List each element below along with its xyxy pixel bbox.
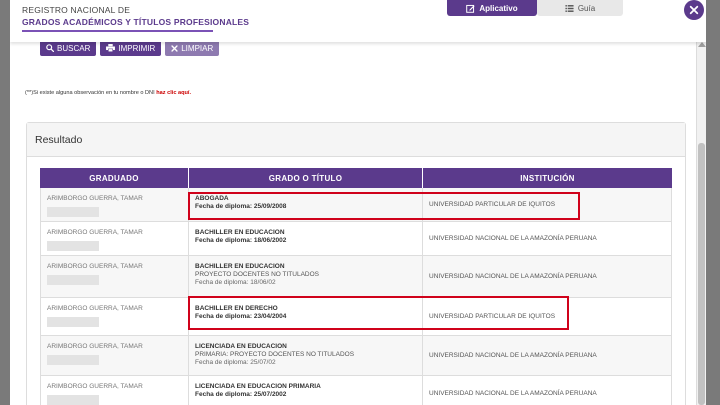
- table-row: ARIMBORGO GUERRA, TAMAR ABOGADA Fecha de…: [40, 188, 672, 222]
- graduate-name: ARIMBORGO GUERRA, TAMAR: [47, 383, 143, 390]
- edit-icon: [466, 4, 475, 13]
- redacted-dni: [47, 317, 99, 327]
- institution-cell: UNIVERSIDAD NACIONAL DE LA AMAZONÍA PERU…: [422, 336, 671, 375]
- list-icon: [565, 4, 574, 12]
- diploma-date: Fecha de diploma: 25/07/2002: [195, 391, 287, 398]
- degree-cell: BACHILLER EN EDUCACION PROYECTO DOCENTES…: [188, 256, 422, 297]
- diploma-date: Fecha de diploma: 25/09/2008: [195, 203, 287, 210]
- print-icon: [106, 44, 116, 52]
- search-button[interactable]: BUSCAR: [40, 40, 97, 56]
- graduate-cell: ARIMBORGO GUERRA, TAMAR: [41, 336, 188, 375]
- table-row: ARIMBORGO GUERRA, TAMAR BACHILLER EN DER…: [40, 298, 672, 336]
- column-header-graduado: GRADUADO: [89, 173, 139, 183]
- degree-cell: LICENCIADA EN EDUCACION PRIMARIA: PROYEC…: [188, 336, 422, 375]
- tab-guia-label: Guía: [577, 3, 596, 13]
- redacted-dni: [47, 395, 99, 405]
- graduate-name: ARIMBORGO GUERRA, TAMAR: [47, 305, 143, 312]
- action-buttons: BUSCAR IMPRIMIR LIMPIAR: [40, 40, 220, 56]
- observation-link[interactable]: haz clic aquí.: [156, 90, 191, 96]
- institution-name: UNIVERSIDAD NACIONAL DE LA AMAZONÍA PERU…: [429, 352, 597, 359]
- graduate-name: ARIMBORGO GUERRA, TAMAR: [47, 263, 143, 270]
- close-icon: [171, 44, 178, 52]
- tab-aplicativo[interactable]: Aplicativo: [447, 0, 537, 16]
- tab-guia[interactable]: Guía: [537, 0, 623, 16]
- graduate-name: ARIMBORGO GUERRA, TAMAR: [47, 229, 143, 236]
- clear-button-label: LIMPIAR: [181, 43, 214, 53]
- title-underline: [22, 30, 213, 32]
- graduate-cell: ARIMBORGO GUERRA, TAMAR: [41, 298, 188, 335]
- degree-cell: BACHILLER EN DERECHO Fecha de diploma: 2…: [188, 298, 422, 335]
- graduate-cell: ARIMBORGO GUERRA, TAMAR: [41, 256, 188, 297]
- result-title: Resultado: [27, 123, 685, 157]
- institution-cell: UNIVERSIDAD NACIONAL DE LA AMAZONÍA PERU…: [422, 376, 671, 405]
- table-row: ARIMBORGO GUERRA, TAMAR BACHILLER EN EDU…: [40, 256, 672, 298]
- degree-cell: ABOGADA Fecha de diploma: 25/09/2008: [188, 188, 422, 221]
- search-icon: [46, 44, 54, 52]
- scrollbar-thumb[interactable]: [698, 143, 705, 405]
- degree-cell: BACHILLER EN EDUCACION Fecha de diploma:…: [188, 222, 422, 255]
- diploma-date: Fecha de diploma: 18/06/2002: [195, 237, 287, 244]
- close-icon[interactable]: [682, 0, 706, 24]
- table-row: ARIMBORGO GUERRA, TAMAR LICENCIADA EN ED…: [40, 336, 672, 376]
- redacted-dni: [47, 241, 99, 251]
- observation-text: (**)Si existe alguna observación en tu n…: [25, 90, 155, 96]
- graduate-name: ARIMBORGO GUERRA, TAMAR: [47, 343, 143, 350]
- diploma-date: Fecha de diploma: 18/06/02: [195, 279, 276, 286]
- degree-title: LICENCIADA EN EDUCACION: [195, 343, 287, 350]
- redacted-dni: [47, 207, 99, 217]
- diploma-date: Fecha de diploma: 25/07/02: [195, 359, 276, 366]
- degree-cell: LICENCIADA EN EDUCACION PRIMARIA Fecha d…: [188, 376, 422, 405]
- institution-name: UNIVERSIDAD PARTICULAR DE IQUITOS: [429, 313, 556, 320]
- graduate-cell: ARIMBORGO GUERRA, TAMAR: [41, 222, 188, 255]
- institution-name: UNIVERSIDAD NACIONAL DE LA AMAZONÍA PERU…: [429, 390, 597, 397]
- degree-title: BACHILLER EN EDUCACION: [195, 229, 285, 236]
- degree-title: LICENCIADA EN EDUCACION PRIMARIA: [195, 383, 321, 390]
- column-header-institucion: INSTITUCIÓN: [422, 168, 672, 188]
- institution-cell: UNIVERSIDAD PARTICULAR DE IQUITOS: [422, 298, 671, 335]
- degree-title: ABOGADA: [195, 195, 229, 202]
- degree-program: PROYECTO DOCENTES NO TITULADOS: [195, 271, 320, 278]
- diploma-date: Fecha de diploma: 23/04/2004: [195, 313, 287, 320]
- institution-name: UNIVERSIDAD NACIONAL DE LA AMAZONÍA PERU…: [429, 235, 597, 242]
- degree-program: PRIMARIA: PROYECTO DOCENTES NO TITULADOS: [195, 351, 355, 358]
- table-row: ARIMBORGO GUERRA, TAMAR BACHILLER EN EDU…: [40, 222, 672, 256]
- table-row: ARIMBORGO GUERRA, TAMAR LICENCIADA EN ED…: [40, 376, 672, 405]
- print-button-label: IMPRIMIR: [118, 43, 156, 53]
- result-panel: Resultado GRADUADO GRADO O TÍTULO INSTIT…: [26, 122, 686, 405]
- clear-button[interactable]: LIMPIAR: [165, 40, 220, 56]
- institution-cell: UNIVERSIDAD NACIONAL DE LA AMAZONÍA PERU…: [422, 256, 671, 297]
- degree-title: BACHILLER EN DERECHO: [195, 305, 278, 312]
- institution-name: UNIVERSIDAD NACIONAL DE LA AMAZONÍA PERU…: [429, 273, 597, 280]
- graduate-name: ARIMBORGO GUERRA, TAMAR: [47, 195, 143, 202]
- table-body: ARIMBORGO GUERRA, TAMAR ABOGADA Fecha de…: [40, 188, 672, 405]
- degree-title: BACHILLER EN EDUCACION: [195, 263, 285, 270]
- observation-note: (**)Si existe alguna observación en tu n…: [25, 90, 191, 96]
- institution-cell: UNIVERSIDAD NACIONAL DE LA AMAZONÍA PERU…: [422, 222, 671, 255]
- redacted-dni: [47, 275, 99, 285]
- modal-window: REGISTRO NACIONAL DE GRADOS ACADÉMICOS Y…: [10, 0, 706, 405]
- search-button-label: BUSCAR: [57, 43, 91, 53]
- tab-aplicativo-label: Aplicativo: [479, 3, 518, 13]
- institution-name: UNIVERSIDAD PARTICULAR DE IQUITOS: [429, 201, 556, 208]
- column-header-grado: GRADO O TÍTULO: [188, 168, 422, 188]
- institution-cell: UNIVERSIDAD PARTICULAR DE IQUITOS: [422, 188, 671, 221]
- top-bar: REGISTRO NACIONAL DE GRADOS ACADÉMICOS Y…: [10, 0, 706, 42]
- redacted-dni: [47, 355, 99, 365]
- print-button[interactable]: IMPRIMIR: [100, 40, 162, 56]
- table-header: GRADUADO GRADO O TÍTULO INSTITUCIÓN: [40, 168, 672, 188]
- vertical-scrollbar[interactable]: [696, 40, 706, 405]
- scroll-up-icon[interactable]: [698, 42, 706, 47]
- results-table: GRADUADO GRADO O TÍTULO INSTITUCIÓN ARIM…: [40, 168, 672, 405]
- registry-title-line1: REGISTRO NACIONAL DE: [22, 5, 131, 15]
- graduate-cell: ARIMBORGO GUERRA, TAMAR: [41, 376, 188, 405]
- registry-title-line2: GRADOS ACADÉMICOS Y TÍTULOS PROFESIONALE…: [22, 17, 250, 27]
- graduate-cell: ARIMBORGO GUERRA, TAMAR: [41, 188, 188, 221]
